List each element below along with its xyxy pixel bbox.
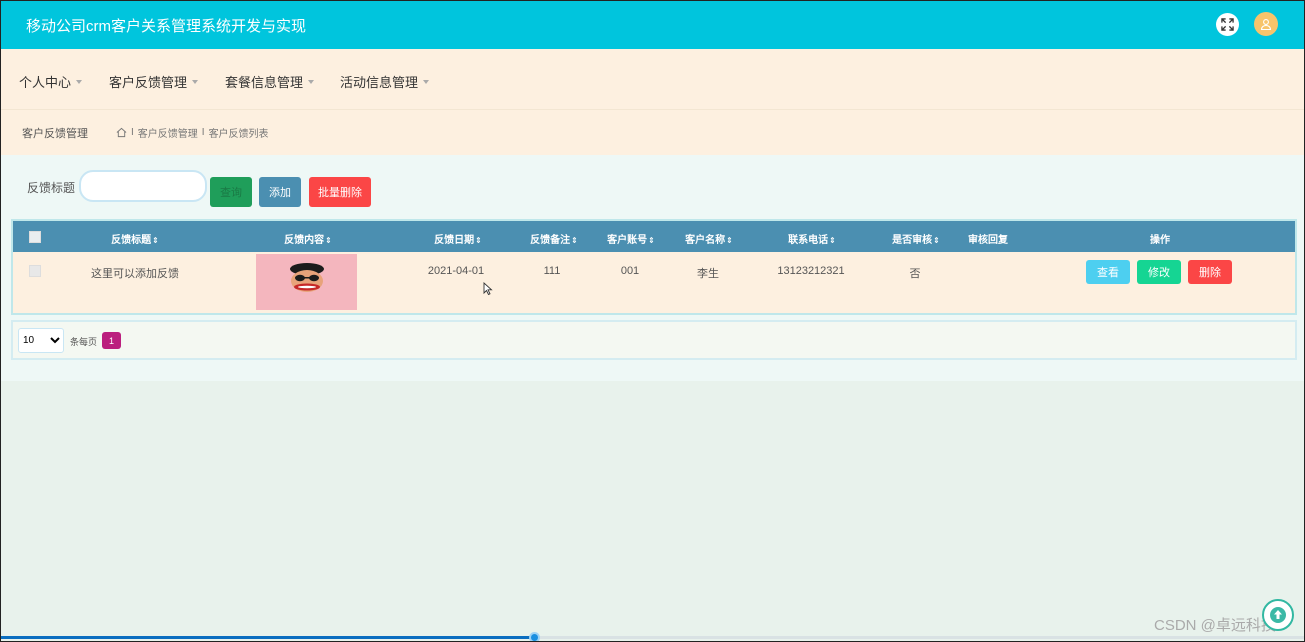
breadcrumb: I 客户反馈管理 I 客户反馈列表 xyxy=(116,125,269,140)
row-checkbox[interactable] xyxy=(29,265,41,277)
fullscreen-button[interactable] xyxy=(1216,13,1239,36)
column-header-content[interactable]: 反馈内容⇕ xyxy=(284,231,332,246)
search-label: 反馈标题 xyxy=(27,181,76,195)
column-header-title[interactable]: 反馈标题⇕ xyxy=(111,231,159,246)
caret-down-icon xyxy=(423,79,430,84)
mouse-cursor-icon xyxy=(483,282,493,296)
per-page-label: 条每页 xyxy=(70,337,98,347)
nav-item-feedback-management[interactable]: 客户反馈管理 xyxy=(109,72,199,91)
nav-item-label: 套餐信息管理 xyxy=(225,75,304,90)
nav-item-label: 个人中心 xyxy=(19,75,72,90)
view-button[interactable]: 查看 xyxy=(1086,260,1130,284)
batch-delete-button[interactable]: 批量删除 xyxy=(309,177,371,207)
page-title: 客户反馈管理 xyxy=(22,128,88,140)
sort-icon: ⇕ xyxy=(475,236,482,245)
caret-down-icon xyxy=(308,79,315,84)
sort-icon: ⇕ xyxy=(829,236,836,245)
nav-item-label: 客户反馈管理 xyxy=(109,75,188,90)
progress-fill xyxy=(1,636,536,639)
home-icon[interactable] xyxy=(116,127,127,138)
column-header-label: 反馈备注 xyxy=(530,235,571,246)
column-header-label: 联系电话 xyxy=(788,235,829,246)
sort-icon: ⇕ xyxy=(933,236,940,245)
caret-down-icon xyxy=(76,79,83,84)
column-header-reply: 审核回复 xyxy=(968,235,1008,246)
column-header-label: 客户账号 xyxy=(607,235,648,246)
cartoon-face-image xyxy=(290,263,324,292)
breadcrumb-separator: I xyxy=(131,127,134,138)
breadcrumb-separator: I xyxy=(201,127,205,138)
main-nav: 个人中心 客户反馈管理 套餐信息管理 活动信息管理 xyxy=(0,49,1305,110)
scroll-top-button[interactable] xyxy=(1262,599,1294,631)
feedback-table: 反馈标题⇕ 反馈内容⇕ 反馈日期⇕ 反馈备注⇕ 客户账号⇕ 客户名称⇕ 联系电话… xyxy=(11,219,1297,315)
column-header-label: 客户名称 xyxy=(685,235,726,246)
column-header-name[interactable]: 客户名称⇕ xyxy=(685,231,733,246)
column-header-label: 反馈标题 xyxy=(111,235,152,246)
user-avatar[interactable] xyxy=(1254,12,1278,36)
column-header-label: 是否审核 xyxy=(892,235,933,246)
column-header-phone[interactable]: 联系电话⇕ xyxy=(788,231,836,246)
caret-down-icon xyxy=(192,79,199,84)
cell-phone: 13123212321 xyxy=(777,265,845,277)
column-header-audited[interactable]: 是否审核⇕ xyxy=(892,231,940,246)
app-title: 移动公司crm客户关系管理系统开发与实现 xyxy=(26,18,306,35)
search-input[interactable] xyxy=(79,170,207,202)
sort-icon: ⇕ xyxy=(152,236,159,245)
cell-title: 这里可以添加反馈 xyxy=(91,268,179,280)
cell-remark: 111 xyxy=(543,265,561,277)
column-header-remark[interactable]: 反馈备注⇕ xyxy=(530,231,578,246)
search-button[interactable]: 查询 xyxy=(210,177,252,207)
select-all-checkbox[interactable] xyxy=(29,231,41,243)
page-button-current[interactable]: 1 xyxy=(102,332,121,349)
progress-handle[interactable] xyxy=(529,632,541,642)
media-progress-bar[interactable] xyxy=(1,632,1304,642)
page-size-select[interactable]: 10 xyxy=(18,328,64,353)
column-header-label: 反馈内容 xyxy=(284,235,325,246)
cell-name: 李生 xyxy=(697,268,719,280)
fullscreen-icon xyxy=(1221,18,1234,31)
arrow-up-icon xyxy=(1270,607,1286,623)
cell-account: 001 xyxy=(620,265,640,277)
sort-icon: ⇕ xyxy=(726,236,733,245)
nav-item-activity-management[interactable]: 活动信息管理 xyxy=(340,72,430,91)
column-header-account[interactable]: 客户账号⇕ xyxy=(607,231,655,246)
sort-icon: ⇕ xyxy=(325,236,332,245)
user-avatar-icon xyxy=(1260,19,1272,30)
table-header: 反馈标题⇕ 反馈内容⇕ 反馈日期⇕ 反馈备注⇕ 客户账号⇕ 客户名称⇕ 联系电话… xyxy=(13,221,1295,252)
cell-audited: 否 xyxy=(909,268,921,280)
breadcrumb-item: 客户反馈列表 xyxy=(208,129,269,140)
cell-date: 2021-04-01 xyxy=(427,265,485,277)
watermark: CSDN @卓远科技 xyxy=(1154,617,1276,634)
column-header-label: 反馈日期 xyxy=(434,235,475,246)
feedback-image xyxy=(256,254,357,310)
column-header-actions: 操作 xyxy=(1150,235,1170,246)
pagination: 10 条每页 1 xyxy=(11,320,1297,360)
column-header-date[interactable]: 反馈日期⇕ xyxy=(434,231,482,246)
nav-item-package-management[interactable]: 套餐信息管理 xyxy=(225,72,315,91)
sort-icon: ⇕ xyxy=(571,236,578,245)
breadcrumb-item[interactable]: 客户反馈管理 xyxy=(138,125,198,140)
nav-item-personal-center[interactable]: 个人中心 xyxy=(19,72,83,91)
delete-button[interactable]: 删除 xyxy=(1188,260,1232,284)
top-header: 移动公司crm客户关系管理系统开发与实现 xyxy=(0,0,1305,49)
sort-icon: ⇕ xyxy=(648,236,655,245)
breadcrumb-bar: 客户反馈管理 I 客户反馈管理 I 客户反馈列表 xyxy=(0,110,1305,155)
nav-item-label: 活动信息管理 xyxy=(340,75,419,90)
edit-button[interactable]: 修改 xyxy=(1137,260,1181,284)
add-button[interactable]: 添加 xyxy=(259,177,301,207)
